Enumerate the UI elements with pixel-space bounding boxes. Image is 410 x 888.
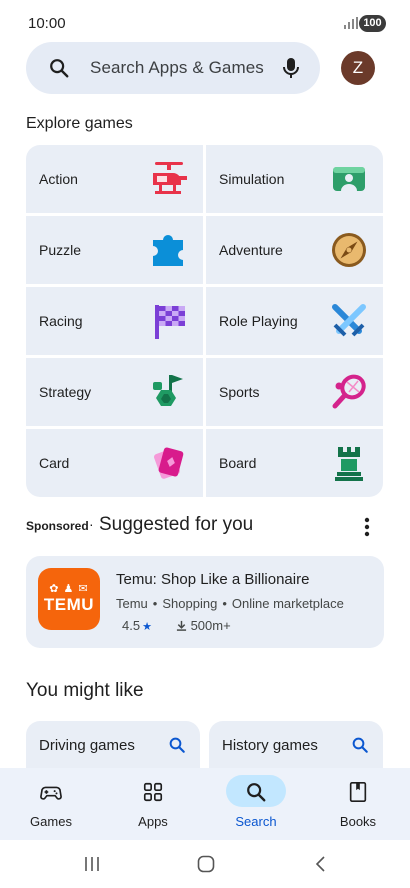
- status-time: 10:00: [28, 15, 66, 32]
- separator-dot: ·: [89, 516, 94, 532]
- app-icon-text: TEMU: [43, 595, 95, 614]
- app-subcategory: Online marketplace: [231, 596, 344, 611]
- gamepad-icon: [40, 786, 62, 800]
- search-icon: [169, 737, 185, 753]
- app-icon: ✿ ♟ ✉ TEMU: [38, 568, 100, 630]
- category-label: Simulation: [219, 171, 285, 187]
- avatar[interactable]: Z: [341, 51, 375, 85]
- star-icon: ★: [142, 621, 152, 633]
- category-label: Adventure: [219, 242, 283, 258]
- app-stats: 4.5 ★ 500m+: [122, 618, 231, 633]
- suggested-title: Suggested for you: [99, 514, 254, 535]
- nav-books[interactable]: Books: [307, 768, 409, 840]
- recent-apps-icon[interactable]: [82, 854, 102, 874]
- nav-label: Games: [30, 814, 72, 829]
- search-bar[interactable]: Search Apps & Games: [26, 42, 320, 94]
- category-label: Strategy: [39, 384, 92, 400]
- category-racing[interactable]: Racing: [26, 287, 203, 355]
- search-icon: [247, 783, 266, 802]
- checkered-flag-icon: [155, 305, 185, 339]
- nav-search[interactable]: Search: [205, 768, 307, 840]
- search-icon: [352, 737, 368, 753]
- category-role-playing[interactable]: Role Playing: [206, 287, 383, 355]
- puzzle-piece-icon: [153, 235, 183, 266]
- app-developer: Temu: [116, 596, 148, 611]
- suggestion-label: History games: [222, 737, 318, 754]
- bottom-navigation: Games Apps Search Books: [0, 768, 410, 840]
- book-icon: [349, 782, 367, 802]
- explore-games-title: Explore games: [26, 115, 133, 132]
- status-bar: 10:00 100: [0, 0, 410, 44]
- helicopter-icon: [153, 162, 187, 194]
- sponsored-label: Sponsored: [26, 519, 89, 533]
- suggested-header: Sponsored · Suggested for you: [26, 513, 384, 539]
- category-adventure[interactable]: Adventure: [206, 216, 383, 284]
- crossed-swords-icon: [332, 304, 366, 337]
- nav-label: Search: [235, 814, 277, 829]
- system-navigation-bar: [0, 840, 410, 888]
- strategy-flag-icon: [153, 375, 183, 406]
- app-downloads: 500m+: [190, 618, 231, 633]
- battery-indicator: 100: [359, 15, 386, 32]
- category-card[interactable]: Card: [26, 429, 203, 497]
- chess-rook-icon: [335, 447, 363, 481]
- suggestion-label: Driving games: [39, 737, 135, 754]
- app-rating: 4.5: [122, 618, 141, 633]
- category-grid: Action Simulation Puzzle Adventure Racin…: [26, 145, 384, 497]
- signal-icon: [344, 17, 358, 29]
- category-label: Puzzle: [39, 242, 82, 258]
- category-label: Sports: [219, 384, 260, 400]
- category-board[interactable]: Board: [206, 429, 383, 497]
- category-label: Card: [39, 455, 70, 471]
- back-icon[interactable]: [311, 854, 331, 874]
- apps-grid-icon: [143, 782, 163, 802]
- more-options-icon[interactable]: [364, 517, 370, 537]
- category-label: Board: [219, 455, 257, 471]
- microphone-icon[interactable]: [280, 56, 302, 80]
- simulation-icon: [333, 167, 365, 191]
- search-icon: [50, 59, 69, 78]
- category-action[interactable]: Action: [26, 145, 203, 213]
- app-meta: Temu • Shopping • Online marketplace: [116, 596, 344, 611]
- category-strategy[interactable]: Strategy: [26, 358, 203, 426]
- category-sports[interactable]: Sports: [206, 358, 383, 426]
- search-placeholder: Search Apps & Games: [90, 58, 264, 77]
- app-name: Temu: Shop Like a Billionaire: [116, 571, 310, 588]
- category-puzzle[interactable]: Puzzle: [26, 216, 203, 284]
- nav-apps[interactable]: Apps: [102, 768, 204, 840]
- category-label: Action: [39, 171, 78, 187]
- sponsored-app-card[interactable]: ✿ ♟ ✉ TEMU Temu: Shop Like a Billionaire…: [26, 556, 384, 648]
- category-simulation[interactable]: Simulation: [206, 145, 383, 213]
- nav-label: Apps: [138, 814, 168, 829]
- tennis-racket-icon: [332, 374, 366, 409]
- app-category: Shopping: [162, 596, 218, 611]
- home-icon[interactable]: [196, 854, 216, 874]
- app-icon-glyphs: ✿ ♟ ✉: [49, 583, 89, 595]
- compass-icon: [332, 233, 366, 267]
- category-label: Racing: [39, 313, 83, 329]
- nav-label: Books: [339, 814, 377, 829]
- nav-games[interactable]: Games: [0, 768, 102, 840]
- you-might-like-title: You might like: [26, 680, 144, 701]
- category-label: Role Playing: [219, 313, 298, 329]
- download-icon: [176, 620, 186, 631]
- cards-icon: [154, 447, 184, 479]
